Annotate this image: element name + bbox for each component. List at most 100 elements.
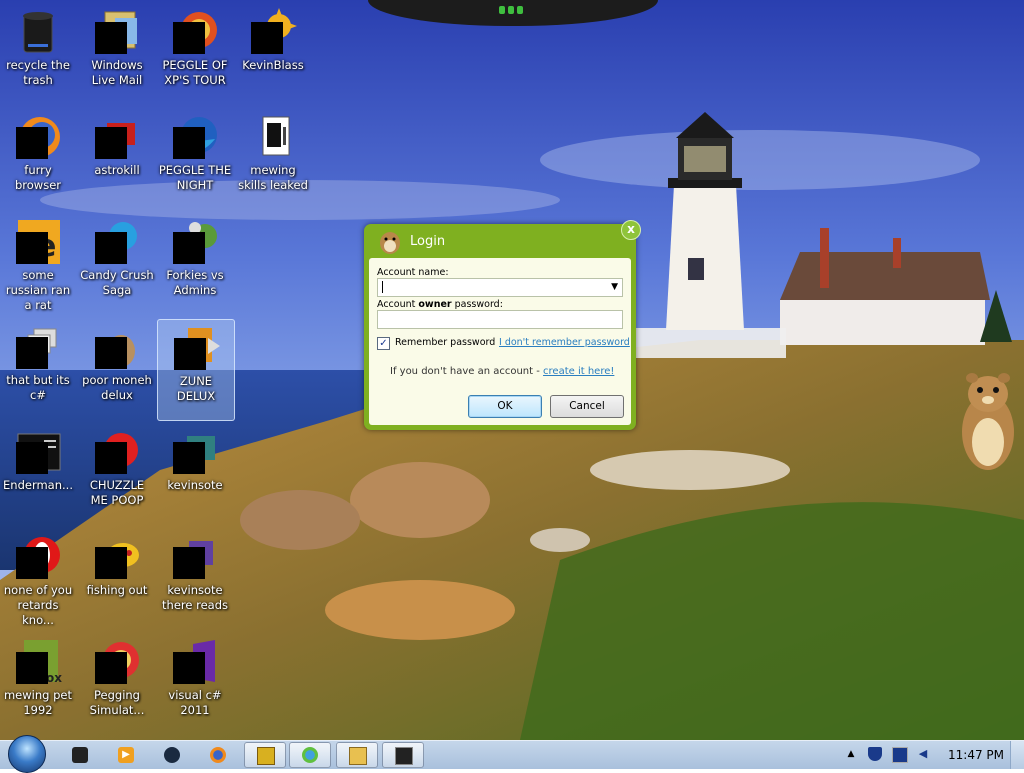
visual-studio-icon bbox=[171, 638, 219, 686]
desktop-icon-that-but-its-csharp[interactable]: that but its c# bbox=[0, 319, 76, 419]
taskbar-peggle[interactable] bbox=[244, 742, 286, 768]
remember-password-label: Remember password bbox=[395, 337, 496, 348]
app-icon bbox=[171, 428, 219, 476]
dock-indicator bbox=[517, 6, 523, 14]
desktop-icon-label: Enderman... bbox=[3, 478, 73, 492]
desktop-icon-label: ZUNE DELUX bbox=[176, 374, 216, 403]
peggle-icon bbox=[171, 8, 219, 56]
chevron-down-icon[interactable]: ▼ bbox=[611, 282, 618, 292]
desktop-icon-label: mewing skills leaked bbox=[238, 163, 308, 192]
desktop-icon-label: astrokill bbox=[94, 163, 140, 177]
desktop-icon-fishing-out[interactable]: fishing out bbox=[79, 529, 155, 629]
desktop-icon-label: PEGGLE THE NIGHT bbox=[158, 163, 232, 192]
desktop-icon-candy-crush[interactable]: Candy Crush Saga bbox=[79, 214, 155, 314]
desktop-icon-kevinblass[interactable]: KevinBlass bbox=[235, 4, 311, 104]
desktop-icon-russian-rat[interactable]: e some russian ran a rat bbox=[0, 214, 76, 314]
desktop-icon-windows-live-mail[interactable]: Windows Live Mail bbox=[79, 4, 155, 104]
desktop-icon-furry-browser[interactable]: furry browser bbox=[0, 109, 76, 209]
text-caret bbox=[382, 281, 383, 293]
explorer-icon bbox=[349, 747, 367, 765]
show-desktop-button[interactable] bbox=[1010, 741, 1024, 769]
taskbar-steam[interactable] bbox=[152, 743, 192, 767]
desktop-icon-label: none of you retards kno... bbox=[3, 583, 73, 627]
desktop-icon-pegging-simulator[interactable]: Pegging Simulat... bbox=[79, 634, 155, 734]
desktop-icon-recycle-bin[interactable]: recycle the trash bbox=[0, 4, 76, 104]
network-icon[interactable] bbox=[892, 747, 908, 763]
peggle-icon bbox=[257, 747, 275, 765]
security-shield-icon[interactable] bbox=[868, 747, 882, 761]
start-button[interactable] bbox=[8, 735, 46, 773]
hamster-mascot[interactable] bbox=[948, 370, 1022, 474]
taskbar-messenger[interactable] bbox=[289, 742, 331, 768]
desktop-icon-poor-moneh[interactable]: poor moneh delux bbox=[79, 319, 155, 419]
ok-button[interactable]: OK bbox=[468, 395, 542, 418]
desktop-icon-label: mewing pet 1992 bbox=[3, 688, 72, 717]
desktop-icon-mewing-skills[interactable]: mewing skills leaked bbox=[235, 109, 311, 209]
password-label: Account owner password: bbox=[377, 299, 503, 310]
firefox-icon bbox=[14, 113, 62, 161]
login-title: Login bbox=[410, 234, 446, 249]
close-icon: x bbox=[627, 222, 635, 236]
desktop-icon-label: kevinsote bbox=[167, 478, 223, 492]
desktop-icon-visual-csharp[interactable]: visual c# 2011 bbox=[157, 634, 233, 734]
volume-icon[interactable]: ◀ bbox=[916, 747, 930, 761]
forgot-password-link[interactable]: I don't remember password bbox=[499, 337, 630, 348]
desktop-icon-label: recycle the trash bbox=[6, 58, 70, 87]
desktop-icon-forkies-vs-admins[interactable]: Forkies vs Admins bbox=[157, 214, 233, 314]
desktop-icon-none-of-you[interactable]: none of you retards kno... bbox=[0, 529, 76, 629]
sun-icon bbox=[249, 8, 297, 56]
account-name-combobox[interactable]: ▼ bbox=[377, 278, 623, 297]
desktop-icon-kevinsote-there-reads[interactable]: kevinsote there reads bbox=[157, 529, 233, 629]
desktop-icon-label: visual c# 2011 bbox=[168, 688, 222, 717]
desktop-icon-label: fishing out bbox=[86, 583, 148, 597]
create-account-link[interactable]: create it here! bbox=[543, 366, 614, 377]
desktop-icon-mewing-pet[interactable]: ox mewing pet 1992 bbox=[0, 634, 76, 734]
show-hidden-icons-icon[interactable]: ▲ bbox=[844, 747, 858, 761]
taskbar-media-player[interactable]: ▶ bbox=[106, 743, 146, 767]
taskbar: ▶ ▲ ◀ 11:47 PM bbox=[0, 735, 1024, 773]
document-icon bbox=[249, 113, 297, 161]
taskbar-firefox[interactable] bbox=[198, 743, 238, 767]
cancel-button[interactable]: Cancel bbox=[550, 395, 624, 418]
app-icon bbox=[171, 533, 219, 581]
taskbar-explorer[interactable] bbox=[336, 742, 378, 768]
zune-icon bbox=[172, 324, 220, 372]
desktop-icon-kevinsote[interactable]: kevinsote bbox=[157, 424, 233, 524]
mail-app-icon bbox=[93, 8, 141, 56]
taskbar-cmd[interactable] bbox=[382, 742, 424, 768]
clock[interactable]: 11:47 PM bbox=[948, 748, 1004, 762]
chuzzle-icon bbox=[93, 428, 141, 476]
media-player-icon: ▶ bbox=[118, 747, 134, 763]
taskbar-app-1[interactable] bbox=[60, 743, 100, 767]
messenger-icon bbox=[302, 747, 318, 763]
desktop-icon-astrokill[interactable]: astrokill bbox=[79, 109, 155, 209]
desktop-icon-label: Windows Live Mail bbox=[91, 58, 143, 87]
desktop-icon-label: Forkies vs Admins bbox=[166, 268, 224, 297]
svg-text:ox: ox bbox=[46, 671, 62, 685]
dock-indicator bbox=[499, 6, 505, 14]
desktop-icon-label: Candy Crush Saga bbox=[80, 268, 154, 297]
system-tray: ▲ ◀ 11:47 PM bbox=[838, 741, 1024, 769]
desktop-icon-enderman[interactable]: Enderman... bbox=[0, 424, 76, 524]
desktop-icon-peggle-night[interactable]: PEGGLE THE NIGHT bbox=[157, 109, 233, 209]
desktop-icon-peggle-xp[interactable]: PEGGLE OF XP'S TOUR bbox=[157, 4, 233, 104]
app-icon bbox=[72, 747, 88, 763]
recycle-bin-icon bbox=[14, 8, 62, 56]
desktop-icon-label: KevinBlass bbox=[242, 58, 304, 72]
password-field[interactable] bbox=[377, 310, 623, 329]
desktop-icon-chuzzle[interactable]: CHUZZLE ME POOP bbox=[79, 424, 155, 524]
desktop-icon-label: Pegging Simulat... bbox=[89, 688, 145, 717]
firefox-icon bbox=[210, 747, 226, 763]
desktop-icon-label: poor moneh delux bbox=[82, 373, 152, 402]
cmd-icon bbox=[395, 747, 413, 765]
remember-password-checkbox[interactable]: ✓ bbox=[377, 337, 390, 350]
close-button[interactable]: x bbox=[621, 220, 641, 240]
money-bag-icon bbox=[93, 323, 141, 371]
desktop-icon-label: PEGGLE OF XP'S TOUR bbox=[162, 58, 228, 87]
desktop-icon-label: some russian ran a rat bbox=[5, 268, 71, 312]
peggle-icon bbox=[93, 638, 141, 686]
login-dialog: Login x Account name: ▼ Account owner pa… bbox=[364, 220, 641, 430]
desktop-icon-label: kevinsote there reads bbox=[162, 583, 228, 612]
desktop-icon-zune-delux[interactable]: ZUNE DELUX bbox=[157, 319, 235, 421]
desktop-icon-label: that but its c# bbox=[6, 373, 70, 402]
